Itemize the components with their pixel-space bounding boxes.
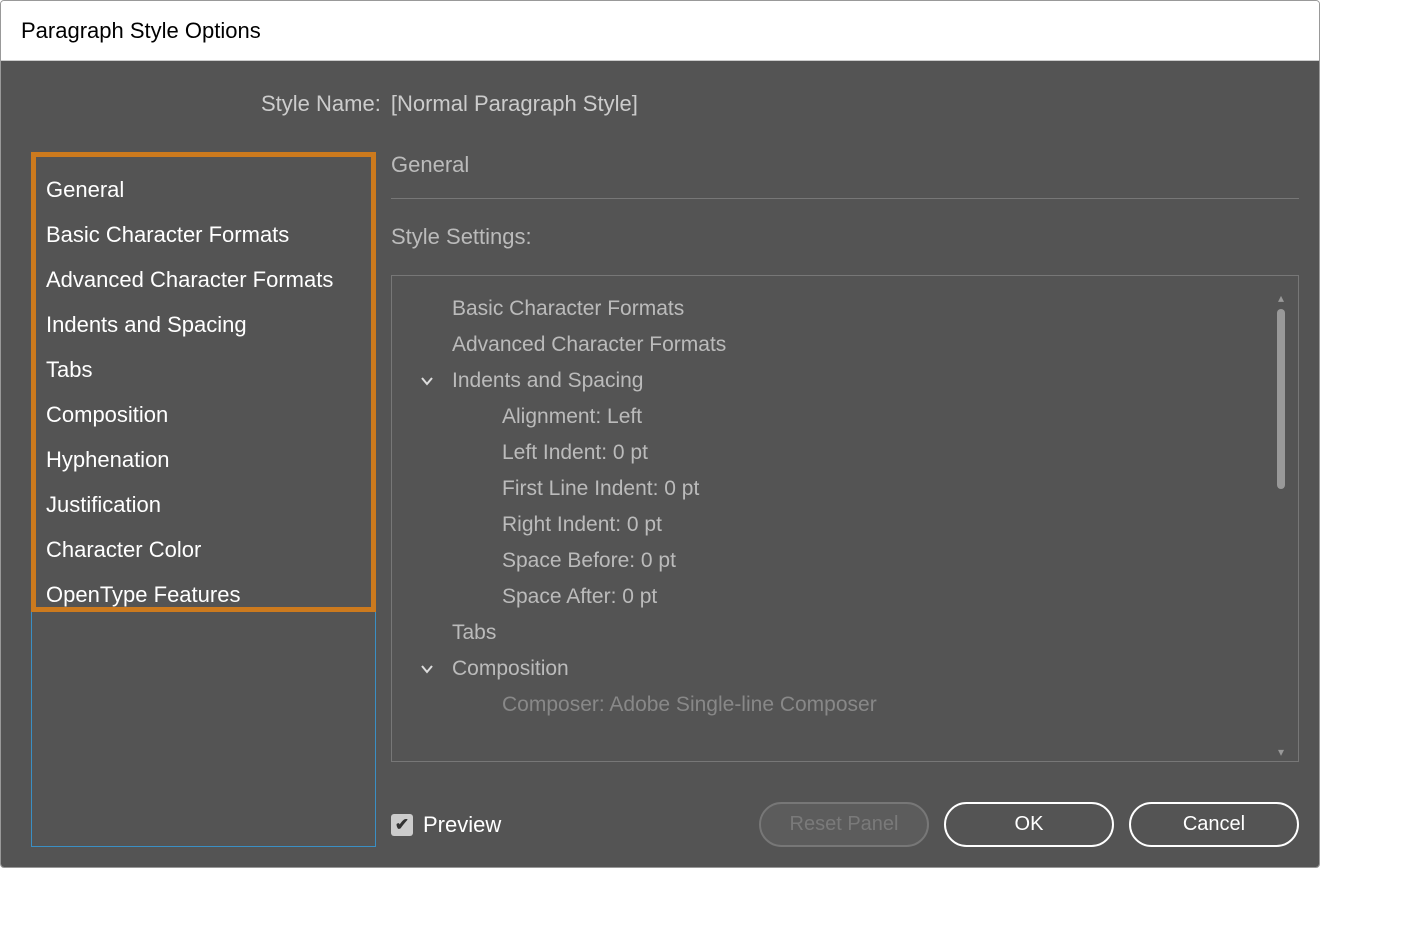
tree-item-label: Left Indent: 0 pt [502, 441, 648, 465]
reset-panel-button[interactable]: Reset Panel [759, 802, 929, 847]
category-tabs[interactable]: Tabs [46, 355, 361, 385]
tree-row[interactable]: Advanced Character Formats [412, 327, 1274, 363]
category-indents-and-spacing[interactable]: Indents and Spacing [46, 310, 361, 340]
category-character-color[interactable]: Character Color [46, 535, 361, 565]
dialog-title: Paragraph Style Options [21, 18, 261, 44]
right-panel: General Style Settings: Basic Character … [391, 152, 1299, 847]
tree-row[interactable]: First Line Indent: 0 pt [412, 471, 1274, 507]
preview-label: Preview [423, 812, 501, 838]
tree-item-label: Composition [452, 657, 569, 681]
cancel-button[interactable]: Cancel [1129, 802, 1299, 847]
tree-item-label: Alignment: Left [502, 405, 642, 429]
tree-row[interactable]: Composer: Adobe Single-line Composer [412, 687, 1274, 723]
ok-button[interactable]: OK [944, 802, 1114, 847]
main-layout: General Basic Character Formats Advanced… [31, 152, 1299, 847]
tree-row[interactable]: Basic Character Formats [412, 291, 1274, 327]
category-hyphenation[interactable]: Hyphenation [46, 445, 361, 475]
tree-item-label: Advanced Character Formats [452, 333, 726, 357]
chevron-down-icon[interactable] [412, 374, 442, 388]
tree-row[interactable]: Right Indent: 0 pt [412, 507, 1274, 543]
style-settings-label: Style Settings: [391, 224, 1299, 250]
category-justification[interactable]: Justification [46, 490, 361, 520]
scroll-up-icon[interactable]: ▴ [1276, 293, 1286, 303]
tree-row[interactable]: Indents and Spacing [412, 363, 1274, 399]
category-composition[interactable]: Composition [46, 400, 361, 430]
scrollbar[interactable]: ▴ ▾ [1274, 291, 1288, 761]
category-sidebar: General Basic Character Formats Advanced… [31, 152, 376, 612]
category-wrapper: General Basic Character Formats Advanced… [31, 152, 376, 847]
style-name-label: Style Name: [261, 91, 381, 117]
tree-row[interactable]: Left Indent: 0 pt [412, 435, 1274, 471]
tree-row[interactable]: Alignment: Left [412, 399, 1274, 435]
content-area: Style Name: [Normal Paragraph Style] Gen… [1, 61, 1319, 867]
category-list-remainder[interactable] [31, 612, 376, 847]
style-name-row: Style Name: [Normal Paragraph Style] [261, 91, 1299, 117]
category-advanced-character-formats[interactable]: Advanced Character Formats [46, 265, 361, 295]
tree-item-label: Space Before: 0 pt [502, 549, 676, 573]
scroll-thumb[interactable] [1277, 309, 1285, 489]
panel-heading: General [391, 152, 1299, 199]
tree-content[interactable]: Basic Character Formats Advanced Characte… [412, 291, 1274, 761]
scroll-down-icon[interactable]: ▾ [1276, 747, 1286, 757]
tree-item-label: Indents and Spacing [452, 369, 643, 393]
tree-item-label: Right Indent: 0 pt [502, 513, 662, 537]
footer-row: ✔ Preview Reset Panel OK Cancel [391, 762, 1299, 847]
category-basic-character-formats[interactable]: Basic Character Formats [46, 220, 361, 250]
chevron-down-icon[interactable] [412, 662, 442, 676]
tree-item-label: Composer: Adobe Single-line Composer [502, 693, 877, 717]
tree-item-label: First Line Indent: 0 pt [502, 477, 699, 501]
tree-item-label: Tabs [452, 621, 496, 645]
tree-item-label: Basic Character Formats [452, 297, 684, 321]
preview-group: ✔ Preview [391, 812, 744, 838]
tree-item-label: Space After: 0 pt [502, 585, 657, 609]
title-bar: Paragraph Style Options [1, 1, 1319, 61]
category-opentype-features[interactable]: OpenType Features [46, 580, 361, 610]
dialog-window: Paragraph Style Options Style Name: [Nor… [0, 0, 1320, 868]
category-general[interactable]: General [46, 175, 361, 205]
style-name-value: [Normal Paragraph Style] [391, 91, 638, 117]
preview-checkbox[interactable]: ✔ [391, 814, 413, 836]
tree-row[interactable]: Space After: 0 pt [412, 579, 1274, 615]
tree-row[interactable]: Space Before: 0 pt [412, 543, 1274, 579]
tree-row[interactable]: Composition [412, 651, 1274, 687]
tree-row[interactable]: Tabs [412, 615, 1274, 651]
settings-tree: Basic Character Formats Advanced Characte… [391, 275, 1299, 762]
